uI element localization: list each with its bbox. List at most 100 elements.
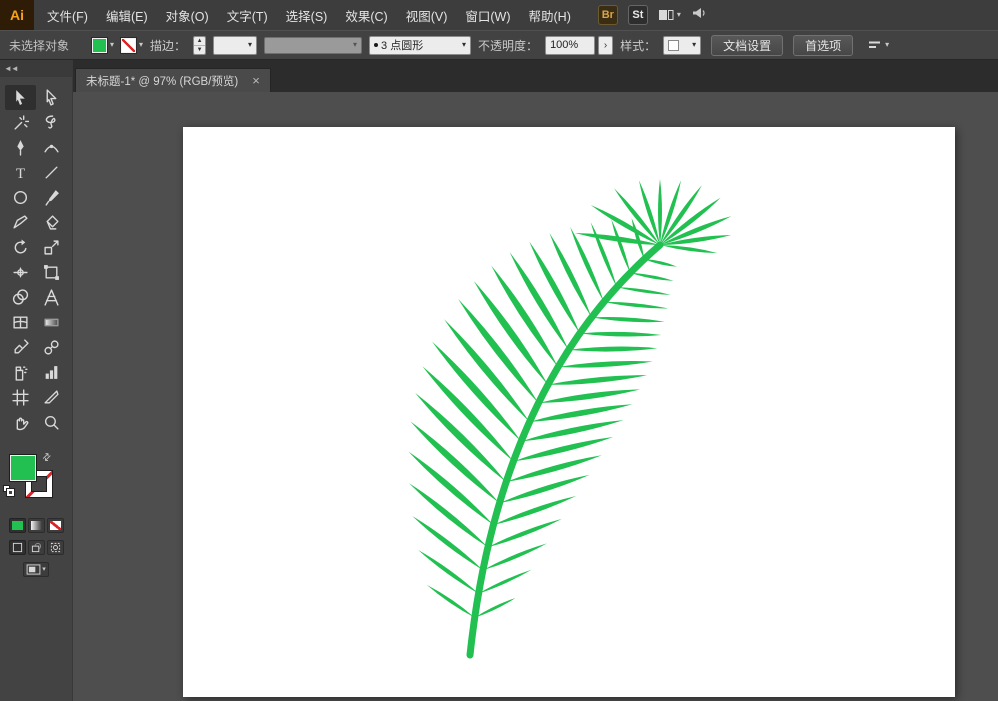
tool-ellipse[interactable] [5, 185, 36, 210]
panel-collapse-button[interactable]: ◄◄ [0, 60, 72, 77]
tool-line-segment[interactable] [36, 160, 67, 185]
tool-type[interactable]: T [5, 160, 36, 185]
app-logo[interactable]: Ai [0, 0, 34, 30]
align-dropdown[interactable]: ▾ [868, 39, 889, 51]
default-colors-icon[interactable] [3, 485, 15, 497]
brush-dot-icon [374, 43, 378, 47]
menu-help[interactable]: 帮助(H) [520, 0, 580, 30]
stroke-weight-combo[interactable]: ▾ [213, 36, 257, 55]
stroke-weight-stepper[interactable]: ▲ ▼ [193, 36, 206, 55]
tool-pen[interactable] [5, 135, 36, 160]
menu-select[interactable]: 选择(S) [277, 0, 337, 30]
document-tab-bar: 未标题-1* @ 97% (RGB/预览) × [73, 60, 998, 92]
none-mode-button[interactable] [47, 518, 64, 533]
selection-status: 未选择对象 [9, 37, 85, 54]
chevron-down-icon: ▾ [110, 41, 114, 49]
chevron-down-icon: ▾ [462, 41, 466, 49]
menu-type[interactable]: 文字(T) [218, 0, 277, 30]
default-stroke-chip [7, 489, 14, 496]
tool-slice[interactable] [36, 385, 67, 410]
artboard[interactable] [183, 127, 955, 697]
draw-behind-button[interactable] [28, 540, 45, 555]
preferences-button[interactable]: 首选项 [793, 35, 853, 56]
canvas-area[interactable] [73, 92, 998, 701]
tool-rotate[interactable] [5, 235, 36, 260]
tool-gradient[interactable] [36, 310, 67, 335]
palm-leaf-artwork[interactable] [183, 127, 955, 697]
tool-grid: T [0, 77, 72, 435]
tool-lasso[interactable] [36, 110, 67, 135]
document-tab[interactable]: 未标题-1* @ 97% (RGB/预览) × [75, 68, 271, 92]
stock-button[interactable]: St [628, 5, 648, 25]
close-icon[interactable]: × [252, 73, 260, 88]
draw-inside-icon [50, 542, 61, 553]
stroke-color-picker[interactable]: ▾ [121, 38, 143, 53]
style-label: 样式： [620, 37, 656, 54]
draw-normal-button[interactable] [9, 540, 26, 555]
tool-shape-builder[interactable] [5, 285, 36, 310]
menu-view[interactable]: 视图(V) [397, 0, 457, 30]
tool-magic-wand[interactable] [5, 110, 36, 135]
chevron-down-icon: ▾ [677, 11, 681, 19]
chevron-down-icon: ▾ [42, 566, 46, 573]
tool-hand[interactable] [5, 410, 36, 435]
opacity-flyout-button[interactable]: › [598, 36, 613, 55]
gradient-mode-button[interactable] [28, 518, 45, 533]
tool-column-graph[interactable] [36, 360, 67, 385]
fill-well[interactable] [10, 455, 36, 481]
document-setup-button[interactable]: 文档设置 [711, 35, 783, 56]
bridge-button[interactable]: Br [598, 5, 618, 25]
fill-swatch [92, 38, 107, 53]
tool-perspective-grid[interactable] [36, 285, 67, 310]
illustrator-window: Ai 文件(F)编辑(E)对象(O)文字(T)选择(S)效果(C)视图(V)窗口… [0, 0, 998, 701]
tool-blend[interactable] [36, 335, 67, 360]
screen-mode-icon [26, 564, 41, 575]
screen-mode-button[interactable]: ▾ [23, 562, 49, 577]
none-chip-icon [50, 521, 61, 530]
tool-eraser[interactable] [36, 210, 67, 235]
draw-behind-icon [31, 542, 42, 553]
tool-paintbrush[interactable] [36, 185, 67, 210]
tool-eyedropper[interactable] [5, 335, 36, 360]
main-menu: 文件(F)编辑(E)对象(O)文字(T)选择(S)效果(C)视图(V)窗口(W)… [38, 0, 580, 30]
tools-panel: ◄◄ T ⇄ [0, 60, 73, 701]
menu-object[interactable]: 对象(O) [157, 0, 218, 30]
color-chip-icon [12, 521, 23, 530]
workspace-icon [658, 8, 674, 22]
collapse-arrows-icon: ◄◄ [4, 64, 18, 73]
tool-symbol-sprayer[interactable] [5, 360, 36, 385]
tool-shaper[interactable] [5, 210, 36, 235]
tool-width[interactable] [5, 260, 36, 285]
fill-color-picker[interactable]: ▾ [92, 38, 114, 53]
tool-free-transform[interactable] [36, 260, 67, 285]
tool-mesh[interactable] [5, 310, 36, 335]
swap-fill-stroke-icon[interactable]: ⇄ [40, 451, 54, 465]
workspace-switcher[interactable]: ▾ [658, 8, 681, 22]
tool-curvature[interactable] [36, 135, 67, 160]
stepper-up-icon[interactable]: ▲ [194, 37, 205, 45]
opacity-value: 100% [550, 39, 578, 51]
menu-bar: Ai 文件(F)编辑(E)对象(O)文字(T)选择(S)效果(C)视图(V)窗口… [0, 0, 998, 30]
opacity-combo[interactable]: 100% [545, 36, 595, 55]
menu-edit[interactable]: 编辑(E) [97, 0, 157, 30]
menu-window[interactable]: 窗口(W) [456, 0, 519, 30]
brush-definition-dropdown[interactable]: 3 点圆形 ▾ [369, 36, 471, 55]
chevron-down-icon: ▾ [139, 41, 143, 49]
tool-direct-selection[interactable] [36, 85, 67, 110]
width-profile-dropdown[interactable]: ▾ [264, 37, 362, 54]
tool-scale[interactable] [36, 235, 67, 260]
menu-file[interactable]: 文件(F) [38, 0, 97, 30]
paint-mode-row [0, 518, 72, 533]
draw-inside-button[interactable] [47, 540, 64, 555]
style-dropdown[interactable]: ▾ [663, 36, 701, 55]
menu-effect[interactable]: 效果(C) [336, 0, 396, 30]
tool-selection[interactable] [5, 85, 36, 110]
tool-artboard[interactable] [5, 385, 36, 410]
color-mode-button[interactable] [9, 518, 26, 533]
document-tab-title: 未标题-1* @ 97% (RGB/预览) [86, 73, 238, 89]
tool-zoom[interactable] [36, 410, 67, 435]
screen-mode-row: ▾ [0, 562, 72, 577]
appbar-tools: Br St ▾ [598, 0, 707, 30]
stepper-down-icon[interactable]: ▼ [194, 45, 205, 54]
announcement-icon[interactable] [691, 6, 707, 25]
